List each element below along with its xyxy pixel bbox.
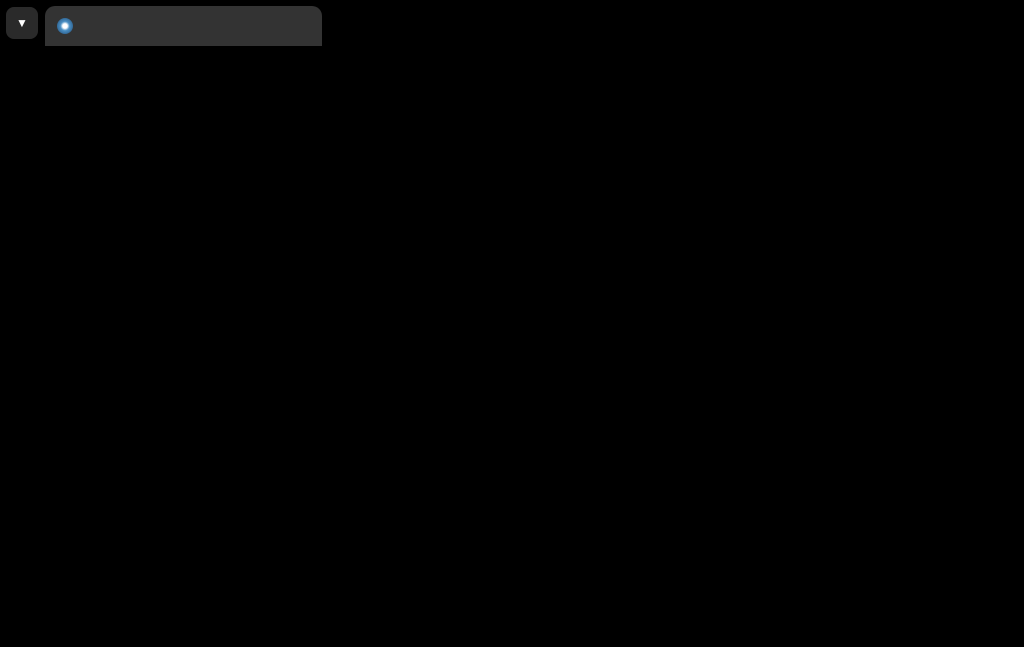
new-tab-button[interactable] [334, 10, 358, 34]
favicon-icon [57, 18, 73, 34]
chevron-down-icon: ▼ [16, 16, 28, 30]
browser-titlebar: ▼ [0, 0, 1024, 46]
browser-tab[interactable] [45, 6, 322, 46]
tab-search-button[interactable]: ▼ [6, 7, 38, 39]
